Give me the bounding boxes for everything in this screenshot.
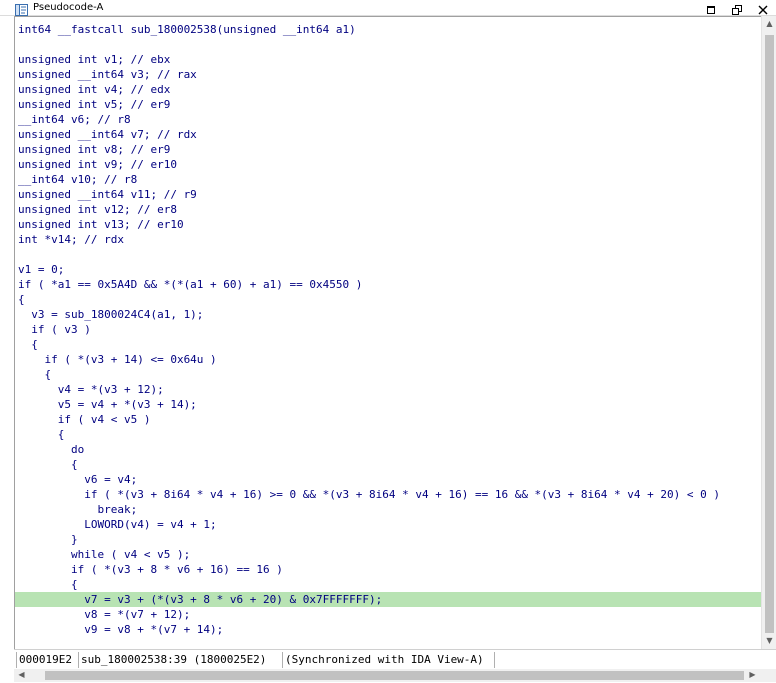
code-line[interactable]: unsigned __int64 v11; // r9: [15, 187, 761, 202]
code-line[interactable]: if ( v4 < v5 ): [15, 412, 761, 427]
code-line[interactable]: v3 = sub_1800024C4(a1, 1);: [15, 307, 761, 322]
code-line[interactable]: unsigned __int64 v3; // rax: [15, 67, 761, 82]
status-separator: [78, 652, 79, 668]
scroll-right-icon[interactable]: ▶: [745, 667, 760, 683]
code-line[interactable]: if ( *a1 == 0x5A4D && *(*(a1 + 60) + a1)…: [15, 277, 761, 292]
code-line[interactable]: [15, 37, 761, 52]
pseudocode-document-icon: [15, 1, 28, 16]
window-title: Pseudocode-A: [33, 2, 104, 13]
code-line[interactable]: int *v14; // rdx: [15, 232, 761, 247]
status-address: 000019E2: [19, 653, 72, 666]
minimize-icon[interactable]: [705, 1, 717, 14]
code-line[interactable]: {: [15, 337, 761, 352]
code-line[interactable]: {: [15, 427, 761, 442]
scroll-left-icon[interactable]: ◀: [14, 667, 29, 683]
code-line[interactable]: __int64 v6; // r8: [15, 112, 761, 127]
code-line[interactable]: v9 = v8 + *(v7 + 14);: [15, 622, 761, 637]
code-line[interactable]: v8 = *(v7 + 12);: [15, 607, 761, 622]
vertical-scroll-thumb[interactable]: [765, 35, 774, 633]
code-line[interactable]: {: [15, 367, 761, 382]
code-line[interactable]: break;: [15, 502, 761, 517]
status-separator: [494, 652, 495, 668]
code-line[interactable]: v1 = 0;: [15, 262, 761, 277]
code-line[interactable]: v4 = *(v3 + 12);: [15, 382, 761, 397]
code-line[interactable]: while ( v4 < v5 );: [15, 547, 761, 562]
code-line[interactable]: if ( *(v3 + 14) <= 0x64u ): [15, 352, 761, 367]
vertical-scrollbar[interactable]: ▲ ▼: [761, 16, 776, 649]
status-separator: [282, 652, 283, 668]
pseudocode-editor[interactable]: int64 __fastcall sub_180002538(unsigned …: [14, 16, 761, 650]
restore-icon[interactable]: [731, 1, 743, 15]
code-listing: int64 __fastcall sub_180002538(unsigned …: [15, 22, 761, 637]
code-line[interactable]: unsigned int v4; // edx: [15, 82, 761, 97]
code-line[interactable]: {: [15, 577, 761, 592]
code-line[interactable]: unsigned __int64 v7; // rdx: [15, 127, 761, 142]
code-line[interactable]: [15, 247, 761, 262]
code-line[interactable]: {: [15, 457, 761, 472]
scroll-up-icon[interactable]: ▲: [762, 16, 776, 32]
status-location: sub_180002538:39 (1800025E2): [81, 653, 267, 666]
code-line[interactable]: if ( *(v3 + 8i64 * v4 + 16) >= 0 && *(v3…: [15, 487, 761, 502]
code-line[interactable]: unsigned int v5; // er9: [15, 97, 761, 112]
status-sync: (Synchronized with IDA View-A): [285, 653, 484, 666]
code-line[interactable]: v6 = v4;: [15, 472, 761, 487]
code-line[interactable]: if ( *(v3 + 8 * v6 + 16) == 16 ): [15, 562, 761, 577]
code-line[interactable]: int64 __fastcall sub_180002538(unsigned …: [15, 22, 761, 37]
title-bar: Pseudocode-A: [0, 0, 776, 16]
code-line[interactable]: }: [15, 532, 761, 547]
code-line[interactable]: {: [15, 292, 761, 307]
horizontal-scrollbar[interactable]: ◀ ▶: [14, 669, 760, 682]
code-line[interactable]: do: [15, 442, 761, 457]
status-bar: 000019E2 sub_180002538:39 (1800025E2) (S…: [14, 649, 776, 670]
code-line[interactable]: if ( v3 ): [15, 322, 761, 337]
code-line[interactable]: v5 = v4 + *(v3 + 14);: [15, 397, 761, 412]
close-icon[interactable]: [757, 1, 769, 15]
code-line-current[interactable]: v7 = v3 + (*(v3 + 8 * v6 + 20) & 0x7FFFF…: [15, 592, 761, 607]
code-line[interactable]: unsigned int v8; // er9: [15, 142, 761, 157]
scroll-down-icon[interactable]: ▼: [762, 633, 776, 649]
code-line[interactable]: unsigned int v9; // er10: [15, 157, 761, 172]
code-line[interactable]: unsigned int v12; // er8: [15, 202, 761, 217]
scrollbar-corner: [760, 669, 776, 682]
horizontal-scroll-thumb[interactable]: [45, 671, 744, 680]
code-line[interactable]: LOWORD(v4) = v4 + 1;: [15, 517, 761, 532]
code-line[interactable]: unsigned int v13; // er10: [15, 217, 761, 232]
code-line[interactable]: unsigned int v1; // ebx: [15, 52, 761, 67]
status-separator: [16, 652, 17, 668]
code-line[interactable]: __int64 v10; // r8: [15, 172, 761, 187]
